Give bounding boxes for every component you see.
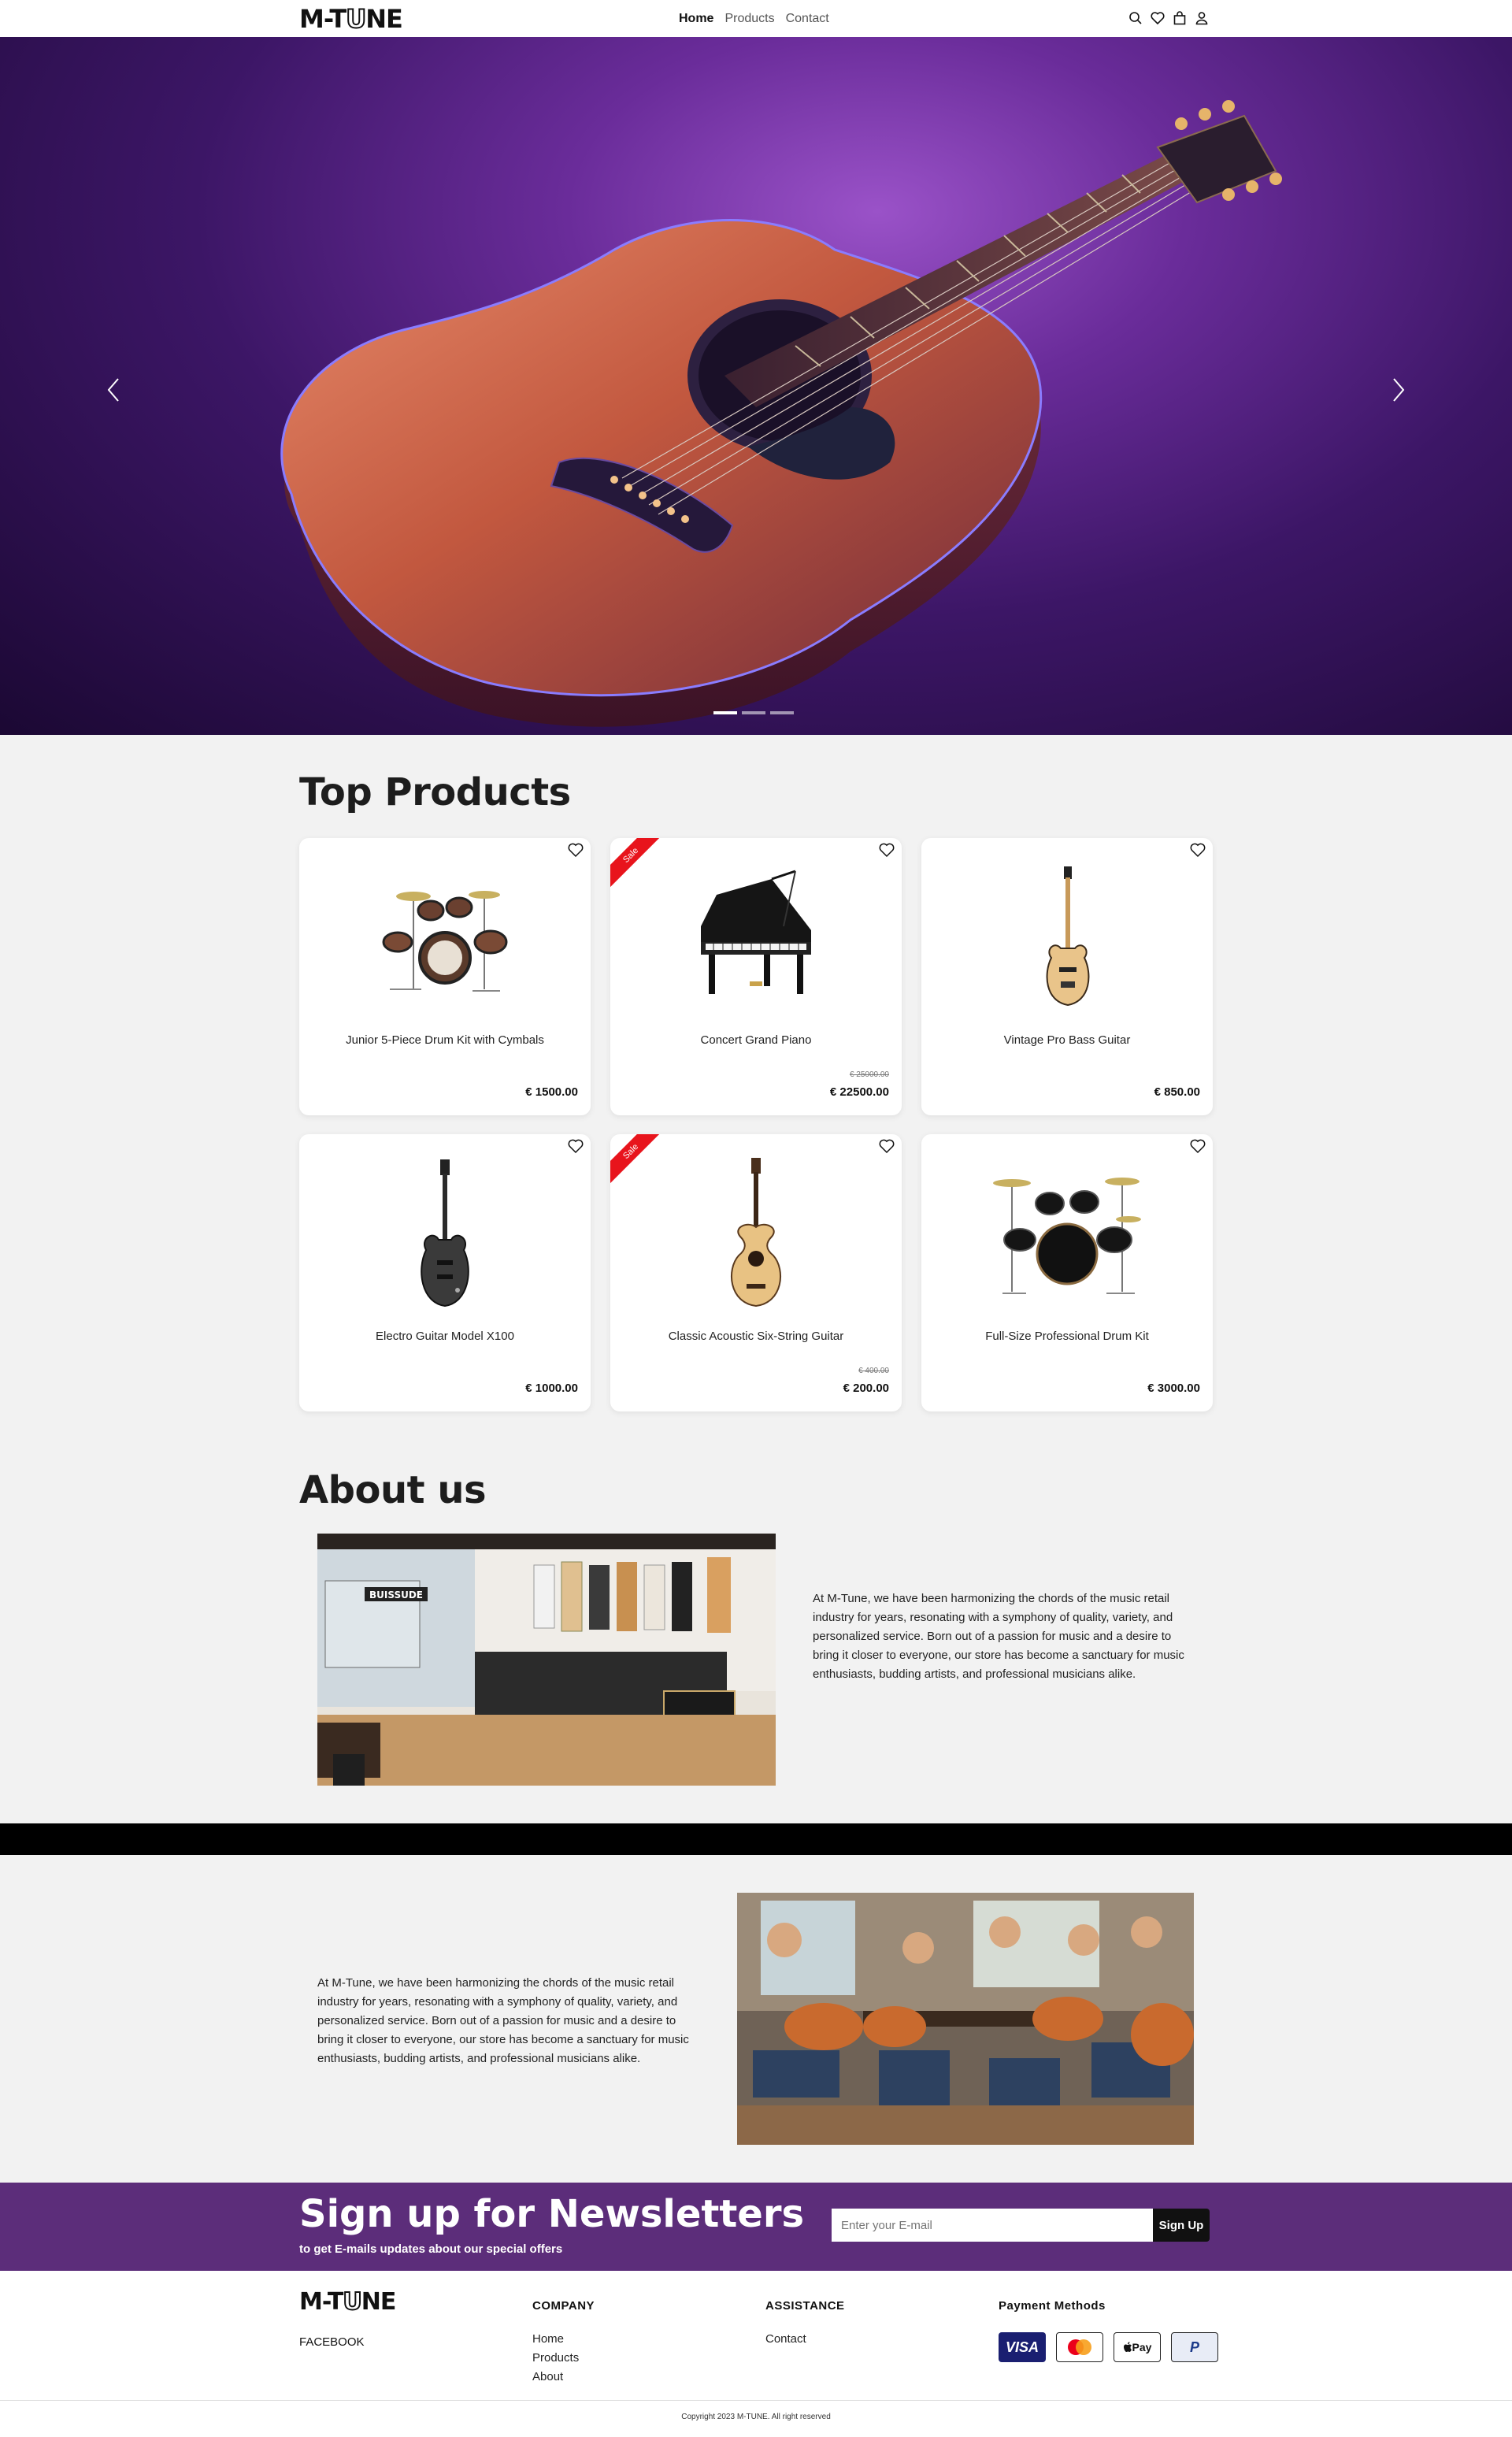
hero-guitar-image [280,100,1282,727]
product-old-price: € 25000.00 [849,1070,889,1079]
about-paragraph-2: At M-Tune, we have been harmonizing the … [317,1976,689,2065]
product-name: Electro Guitar Model X100 [376,1330,514,1343]
chevron-left-icon [107,378,119,402]
nav-home[interactable]: Home [679,12,713,26]
product-card[interactable]: Vintage Pro Bass Guitar € 850.00 [921,838,1213,1115]
drum-kit-icon [382,891,508,992]
carousel-dot[interactable] [742,711,765,714]
footer-payment-title: Payment Methods [999,2299,1106,2313]
product-card[interactable]: Sale Concert Grand Piano € 25000.00 € 22… [610,838,902,1115]
newsletter-section: Sign up for Newsletters to get E-mails u… [0,2183,1512,2271]
product-price: € 1000.00 [525,1382,578,1395]
footer-link-home[interactable]: Home [532,2330,595,2349]
search-icon[interactable] [1128,10,1143,26]
about-paragraph: At M-Tune, we have been harmonizing the … [813,1592,1184,1681]
heart-icon[interactable] [1150,10,1166,26]
site-header: M-TUNE Home Products Contact [0,0,1512,37]
sale-ribbon: Sale [610,1134,670,1191]
about-title: About us [299,1468,487,1512]
site-logo[interactable]: M-TUNE [299,3,403,35]
footer-divider [0,2400,1512,2401]
store-sign: BUISSUDE [369,1589,423,1601]
wishlist-heart-icon[interactable] [1189,1137,1206,1155]
newsletter-email-input[interactable] [832,2209,1153,2242]
section-divider-band [0,1823,1512,1855]
wishlist-heart-icon[interactable] [878,1137,895,1155]
bass-guitar-icon [1046,866,1090,1007]
product-card[interactable]: Electro Guitar Model X100 € 1000.00 [299,1134,591,1411]
hero-next-button[interactable] [1383,368,1414,412]
carousel-indicators [713,711,794,714]
store-interior-image: BUISSUDE [317,1534,776,1786]
product-name: Junior 5-Piece Drum Kit with Cymbals [346,1033,544,1047]
apple-pay-icon: Pay [1114,2332,1161,2362]
product-price: € 200.00 [843,1382,889,1395]
acoustic-guitar-icon [730,1158,782,1308]
product-price: € 3000.00 [1147,1382,1200,1395]
wishlist-heart-icon[interactable] [1189,841,1206,859]
sale-ribbon: Sale [610,838,670,895]
product-card[interactable]: Full-Size Professional Drum Kit € 3000.0… [921,1134,1213,1411]
mastercard-icon [1056,2332,1103,2362]
hero-prev-button[interactable] [98,368,129,412]
musicians-jamming-image [737,1893,1194,2145]
chevron-right-icon [1393,378,1405,402]
footer-company-title: COMPANY [532,2299,595,2313]
newsletter-title: Sign up for Newsletters [299,2192,805,2236]
carousel-dot[interactable] [770,711,794,714]
product-name: Classic Acoustic Six-String Guitar [668,1330,844,1343]
product-card[interactable]: Junior 5-Piece Drum Kit with Cymbals € 1… [299,838,591,1115]
header-icons [1128,10,1210,26]
electric-guitar-icon [421,1159,469,1308]
product-price: € 850.00 [1154,1085,1200,1099]
product-card[interactable]: Sale Classic Acoustic Six-String Guitar … [610,1134,902,1411]
footer-assistance-column: ASSISTANCE Contact [765,2299,845,2349]
payment-methods: VISA Pay P [999,2332,1218,2362]
footer-link-contact[interactable]: Contact [765,2330,845,2349]
product-price: € 1500.00 [525,1085,578,1099]
visa-icon: VISA [999,2332,1046,2362]
footer-company-column: COMPANY Home Products About [532,2299,595,2387]
grand-piano-icon [701,870,811,994]
wishlist-heart-icon[interactable] [567,1137,584,1155]
drum-kit-icon [993,1178,1141,1294]
carousel-dot[interactable] [713,711,737,714]
nav-products[interactable]: Products [724,12,774,26]
main-nav: Home Products Contact [679,12,829,26]
newsletter-subtitle: to get E-mails updates about our special… [299,2242,563,2256]
paypal-icon: P [1171,2332,1218,2362]
product-name: Concert Grand Piano [700,1033,812,1047]
nav-contact[interactable]: Contact [786,12,829,26]
apple-logo-icon [1123,2342,1132,2352]
hero-carousel[interactable] [0,37,1512,735]
footer-logo[interactable]: M-TUNE [299,2287,396,2316]
apple-pay-label: Pay [1132,2341,1152,2354]
newsletter-signup-button[interactable]: Sign Up [1153,2209,1210,2242]
copyright-text: Copyright 2023 M-TUNE. All right reserve… [681,2413,831,2421]
wishlist-heart-icon[interactable] [567,841,584,859]
site-footer: M-TUNE FACEBOOK COMPANY Home Products Ab… [0,2271,1512,2437]
footer-assistance-title: ASSISTANCE [765,2299,845,2313]
footer-payment-column: Payment Methods [999,2299,1106,2330]
product-price: € 22500.00 [829,1085,889,1099]
wishlist-heart-icon[interactable] [878,841,895,859]
footer-link-products[interactable]: Products [532,2349,595,2368]
footer-link-about[interactable]: About [532,2368,595,2387]
product-name: Vintage Pro Bass Guitar [1003,1033,1131,1047]
product-name: Full-Size Professional Drum Kit [985,1330,1149,1343]
top-products-title: Top Products [299,770,571,814]
bag-icon[interactable] [1172,10,1188,26]
product-old-price: € 400.00 [858,1367,889,1375]
user-icon[interactable] [1194,10,1210,26]
footer-facebook-link[interactable]: FACEBOOK [299,2335,365,2349]
product-grid: Junior 5-Piece Drum Kit with Cymbals € 1… [299,838,1214,1411]
